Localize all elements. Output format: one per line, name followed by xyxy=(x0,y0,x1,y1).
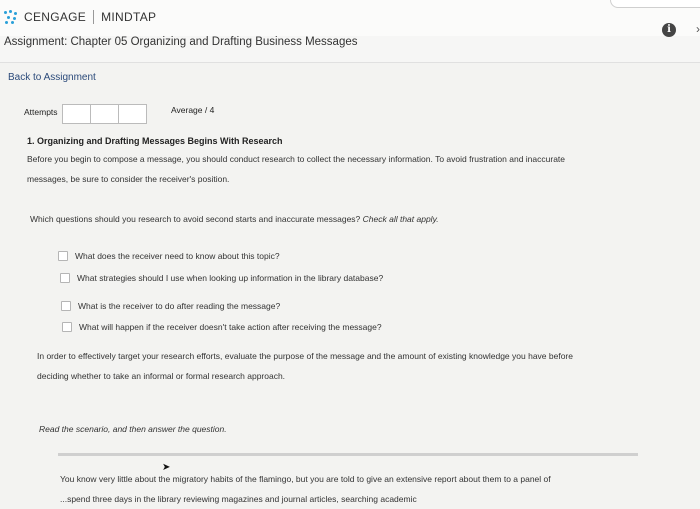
prompt-instruction: Check all that apply. xyxy=(362,214,439,224)
option-label: What is the receiver to do after reading… xyxy=(78,301,281,311)
back-to-assignment-link[interactable]: Back to Assignment xyxy=(8,72,96,83)
checkbox[interactable] xyxy=(62,322,72,332)
brand-name: CENGAGE xyxy=(24,10,87,24)
search-input[interactable] xyxy=(610,0,700,8)
brand-logo[interactable]: CENGAGE MINDTAP xyxy=(4,10,156,24)
option-label: What will happen if the receiver doesn't… xyxy=(79,322,382,332)
brand-divider xyxy=(93,10,95,24)
option-checkbox-1[interactable]: What does the receiver need to know abou… xyxy=(58,251,280,261)
checkbox[interactable] xyxy=(60,273,70,283)
option-checkbox-2[interactable]: What strategies should I use when lookin… xyxy=(60,273,383,283)
assignment-bar: Assignment: Chapter 05 Organizing and Dr… xyxy=(0,22,700,63)
top-bar: CENGAGE MINDTAP xyxy=(0,0,700,37)
info-icon[interactable]: i xyxy=(662,23,676,37)
section-divider xyxy=(58,453,638,456)
intro-line: messages, be sure to consider the receiv… xyxy=(27,174,230,184)
scenario-paragraph: You know very little about the migratory… xyxy=(60,469,551,509)
attempt-box xyxy=(118,104,147,124)
attempt-boxes xyxy=(62,104,147,124)
checkbox[interactable] xyxy=(58,251,68,261)
option-label: What strategies should I use when lookin… xyxy=(77,273,384,283)
chevron-right-icon[interactable]: › xyxy=(696,22,700,36)
option-checkbox-3[interactable]: What is the receiver to do after reading… xyxy=(61,301,280,311)
prompt-text: Which questions should you research to a… xyxy=(30,214,363,224)
scenario-line: You know very little about the migratory… xyxy=(60,474,551,484)
attempt-box xyxy=(90,104,119,124)
attempts-label: Attempts xyxy=(24,107,58,117)
scenario-line: ...spend three days in the library revie… xyxy=(60,494,417,504)
question-prompt: Which questions should you research to a… xyxy=(30,209,439,229)
option-label: What does the receiver need to know abou… xyxy=(75,251,280,261)
research-paragraph: In order to effectively target your rese… xyxy=(37,346,573,386)
checkbox[interactable] xyxy=(61,301,71,311)
intro-line: Before you begin to compose a message, y… xyxy=(27,154,566,164)
research-line: deciding whether to take an informal or … xyxy=(37,371,286,381)
cengage-logo-icon xyxy=(4,10,20,24)
average-score: Average / 4 xyxy=(171,105,215,115)
attempt-box xyxy=(62,104,91,124)
research-line: In order to effectively target your rese… xyxy=(37,351,573,361)
assignment-title: Assignment: Chapter 05 Organizing and Dr… xyxy=(4,36,358,48)
product-name: MINDTAP xyxy=(101,10,157,24)
scenario-instruction: Read the scenario, and then answer the q… xyxy=(39,424,227,434)
option-checkbox-4[interactable]: What will happen if the receiver doesn't… xyxy=(62,322,382,332)
intro-paragraph: Before you begin to compose a message, y… xyxy=(27,149,565,189)
question-title: 1. Organizing and Drafting Messages Begi… xyxy=(27,136,283,146)
